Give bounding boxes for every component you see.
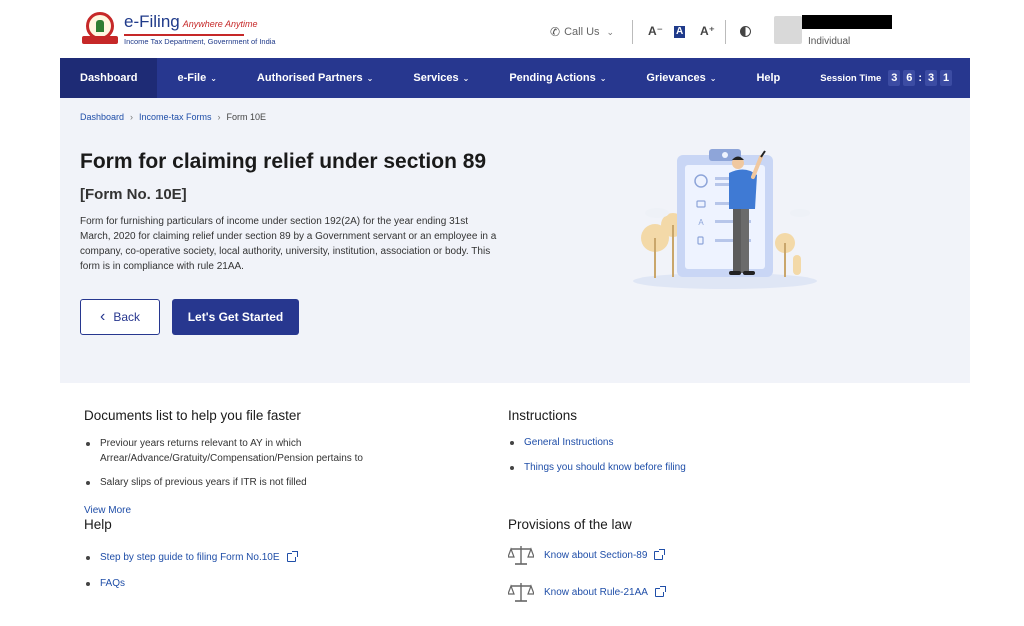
page-title: Form for claiming relief under section 8…: [80, 150, 487, 173]
session-separator: :: [918, 72, 922, 84]
contrast-icon[interactable]: [740, 26, 751, 37]
back-label: Back: [113, 310, 140, 324]
session-digit: 3: [925, 70, 937, 86]
header-divider: [725, 20, 726, 44]
external-link-icon: [654, 548, 666, 560]
documents-title: Documents list to help you file faster: [84, 408, 301, 423]
external-link-icon: [654, 585, 666, 597]
list-item: Salary slips of previous years if ITR is…: [86, 475, 406, 490]
breadcrumb-current: Form 10E: [226, 112, 267, 122]
top-header: e-Filing Anywhere Anytime Income Tax Depa…: [60, 0, 970, 58]
chevron-down-icon: ⌄: [709, 73, 717, 83]
nav-item-dashboard[interactable]: Dashboard: [60, 58, 158, 98]
logo-title: e-Filing: [124, 11, 180, 31]
call-us-dropdown[interactable]: ✆ Call Us ⌄: [550, 25, 614, 39]
chevron-down-icon: ⌄: [462, 73, 470, 83]
logo-tagline: Anywhere Anytime: [182, 18, 258, 29]
nav-item-authorised-partners[interactable]: Authorised Partners ⌄: [237, 58, 393, 98]
nav-item-efile[interactable]: e-File ⌄: [157, 58, 236, 98]
help-title: Help: [84, 517, 112, 532]
chevron-left-icon: ‹: [99, 308, 106, 325]
nav-item-pending-actions[interactable]: Pending Actions ⌄: [489, 58, 626, 98]
avatar[interactable]: [774, 16, 802, 44]
view-more-link[interactable]: View More: [84, 505, 131, 516]
user-name-redacted: [802, 15, 892, 29]
nav-item-grievances[interactable]: Grievances ⌄: [626, 58, 736, 98]
main-nav: Dashboard e-File ⌄ Authorised Partners ⌄ S…: [60, 58, 970, 98]
get-started-button[interactable]: Let's Get Started: [172, 299, 299, 335]
nav-item-services[interactable]: Services ⌄: [393, 58, 489, 98]
list-item: Previour years returns relevant to AY in…: [86, 436, 406, 466]
session-digit: 6: [903, 70, 916, 86]
instructions-title: Instructions: [508, 408, 578, 423]
call-us-label: Call Us: [564, 26, 600, 38]
instructions-link-things-to-know[interactable]: Things you should know before filing: [510, 462, 686, 473]
chevron-down-icon: ⌄: [599, 73, 607, 83]
nav-item-help[interactable]: Help: [736, 58, 800, 98]
efiling-logo[interactable]: e-Filing Anywhere Anytime Income Tax Depa…: [80, 10, 276, 48]
help-link-faqs[interactable]: FAQs: [86, 578, 125, 589]
font-decrease-button[interactable]: A⁻: [648, 24, 663, 38]
clipboard-illustration-icon: A: [633, 149, 817, 289]
user-role: Individual: [808, 36, 851, 47]
back-button[interactable]: ‹ Back: [80, 299, 160, 335]
chevron-down-icon: ⌄: [210, 73, 217, 83]
breadcrumb-income-tax-forms[interactable]: Income-tax Forms: [139, 112, 212, 122]
session-timer: Session Time 3 6 : 3 1: [820, 70, 970, 86]
svg-text:A: A: [698, 218, 704, 227]
scale-icon: [508, 546, 534, 565]
law-title: Provisions of the law: [508, 517, 632, 532]
emblem-icon: [80, 10, 120, 48]
form-description: Form for furnishing particulars of incom…: [80, 216, 497, 272]
scale-icon: [508, 583, 534, 602]
font-default-button[interactable]: A: [674, 26, 686, 38]
hero-section: Dashboard › Income-tax Forms › Form 10E …: [60, 98, 970, 383]
breadcrumb-dashboard[interactable]: Dashboard: [80, 112, 124, 122]
help-link-step-guide[interactable]: Step by step guide to filing Form No.10E: [86, 551, 298, 563]
header-divider: [632, 20, 633, 44]
chevron-down-icon: ⌄: [366, 73, 374, 83]
session-digit: 3: [888, 70, 901, 86]
external-link-icon: [286, 551, 298, 562]
instructions-link-general[interactable]: General Instructions: [510, 437, 614, 448]
law-link-section-89[interactable]: Know about Section-89: [508, 543, 666, 567]
font-increase-button[interactable]: A⁺: [700, 24, 715, 38]
session-digit: 1: [940, 70, 952, 86]
chevron-down-icon: ⌄: [606, 26, 615, 37]
logo-subtitle: Income Tax Department, Government of Ind…: [124, 36, 276, 46]
breadcrumb: Dashboard › Income-tax Forms › Form 10E: [80, 112, 267, 122]
session-label: Session Time: [820, 72, 882, 84]
phone-icon: ✆: [550, 25, 561, 39]
form-number: [Form No. 10E]: [80, 186, 187, 203]
law-link-rule-21aa[interactable]: Know about Rule-21AA: [508, 580, 666, 604]
